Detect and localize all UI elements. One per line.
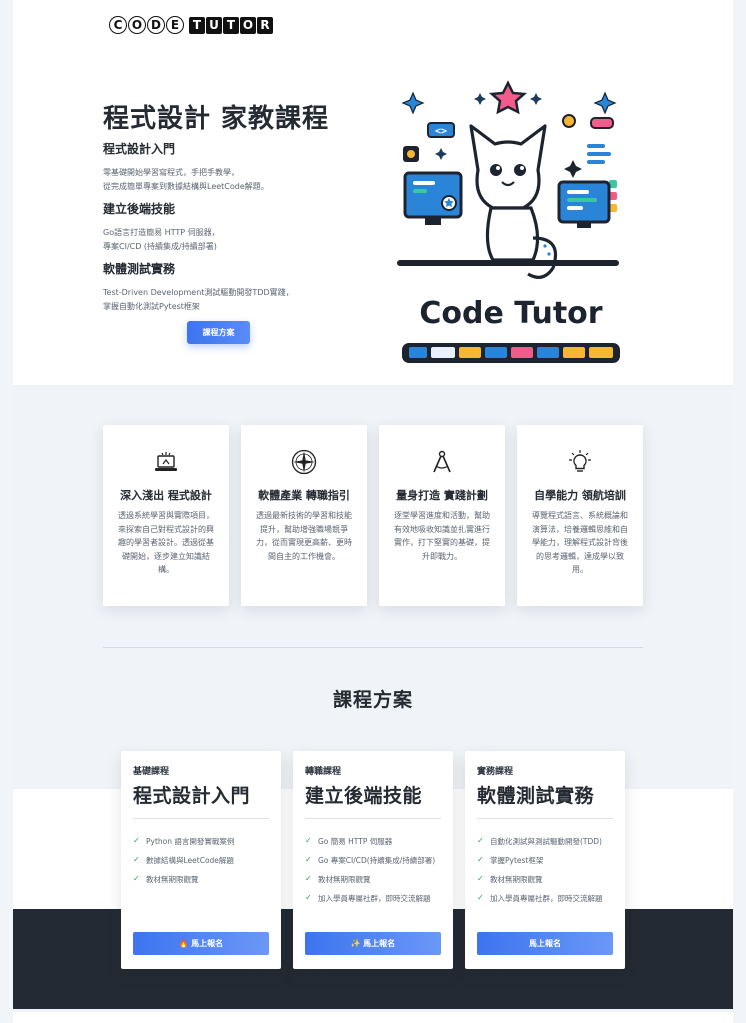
drafting-compass-icon xyxy=(433,450,451,473)
plan-divider xyxy=(133,818,269,819)
check-icon: ✓ xyxy=(133,836,140,845)
section-divider xyxy=(103,647,643,648)
plan-feature-item: ✓ 加入學員專屬社群，即時交流解題 xyxy=(477,893,603,903)
plan-name: 程式設計入門 xyxy=(133,785,251,807)
logo-code: C O D E xyxy=(109,16,184,34)
plan-tier: 基礎課程 xyxy=(133,767,170,777)
plan-tier: 實務課程 xyxy=(477,767,514,777)
bottom-strip xyxy=(13,1009,733,1023)
plan-tier: 轉職課程 xyxy=(305,767,342,777)
enroll-button[interactable]: ✨ 馬上報名 xyxy=(305,932,441,955)
plan-divider xyxy=(477,818,613,819)
plan-feature-item: ✓ 教材無期限觀覽 xyxy=(305,874,371,884)
compass-icon xyxy=(291,449,317,475)
plan-card-practice: 實務課程 軟體測試實務 ✓ 自動化測試與測試驅動開發(TDD) ✓ 掌握Pytest… xyxy=(465,751,625,969)
plan-feature-item: ✓ 數據結構與LeetCode解題 xyxy=(133,855,234,865)
hero-section-text: Go語言打造簡易 HTTP 伺服器， 專案CI/CD (持續集成/持續部署) xyxy=(103,228,220,251)
check-icon: ✓ xyxy=(305,836,312,845)
keyboard-graphic xyxy=(402,343,620,363)
plan-feature-item: ✓ 教材無期限觀覽 xyxy=(133,874,199,884)
svg-text:<>: <> xyxy=(435,126,447,137)
logo-tutor: T U T O R xyxy=(189,16,273,34)
enroll-button[interactable]: 馬上報名 xyxy=(477,932,613,955)
check-icon: ✓ xyxy=(477,836,484,845)
hero-section-heading: 軟體測試實務 xyxy=(103,262,176,276)
check-icon: ✓ xyxy=(477,874,484,883)
site-header: C O D E T U T O R xyxy=(13,0,733,48)
laptop-icon xyxy=(155,452,177,471)
feature-title: 量身打造 實踐計劃 xyxy=(396,489,488,502)
plan-feature-item: ✓ 教材無期限觀覽 xyxy=(477,874,543,884)
feature-text: 透過最新技術的學習和技能提升，幫助增強職場競爭力，從而實現更高薪、更時間自主的工… xyxy=(256,511,352,561)
feature-text: 透過系統學習與實際項目，來探索自己對程式設計的興趣的學習者設計。透過從基礎開始，… xyxy=(118,511,214,574)
plan-card-career: 轉職課程 建立後端技能 ✓ Go 簡易 HTTP 伺服器 ✓ Go 專案CI/CD(… xyxy=(293,751,453,969)
plan-feature-item: ✓ Go 簡易 HTTP 伺服器 xyxy=(305,836,393,846)
hero-course-intro: 程式設計入門 零基礎開始學習寫程式，手把手教學， 從完成簡單專案到數據結構與Le… xyxy=(103,140,269,194)
plan-name: 軟體測試實務 xyxy=(477,785,595,807)
feature-title: 深入淺出 程式設計 xyxy=(120,489,212,502)
plan-name: 建立後端技能 xyxy=(305,785,423,807)
code-tutor-logo[interactable]: C O D E T U T O R xyxy=(109,15,273,35)
hero-section-heading: 建立後端技能 xyxy=(103,202,176,216)
hero-title: 程式設計 家教課程 xyxy=(103,104,330,134)
feature-card: 量身打造 實踐計劃 逐堂學習進度和活動，幫助有效地吸收知識並扎實進行實作，打下堅… xyxy=(379,425,505,606)
feature-card: 深入淺出 程式設計 透過系統學習與實際項目，來探索自己對程式設計的興趣的學習者設… xyxy=(103,425,229,606)
plan-feature-item: ✓ 加入學員專屬社群，即時交流解題 xyxy=(305,893,431,903)
page: C O D E T U T O R 程式設計 家教課程 程式設計入門 零基礎開始… xyxy=(13,0,733,1023)
plan-card-basic: 基礎課程 程式設計入門 ✓ Python 語言開發實戰案例 ✓ 數據結構與LeetC… xyxy=(121,751,281,969)
feature-title: 軟體產業 轉職指引 xyxy=(258,489,350,502)
enroll-button[interactable]: 🔥 馬上報名 xyxy=(133,932,269,955)
lightbulb-icon xyxy=(569,450,591,472)
feature-card: 軟體產業 轉職指引 透過最新技術的學習和技能提升，幫助增強職場競爭力，從而實現更… xyxy=(241,425,367,606)
feature-text: 導覽程式語言、系統概論和演算法，培養邏輯思維和自學能力，理解程式設計背後的思考邏… xyxy=(532,511,628,574)
check-icon: ✓ xyxy=(477,893,484,902)
plan-feature-item: ✓ Go 專案CI/CD(持續集成/持續部署) xyxy=(305,855,436,865)
check-icon: ✓ xyxy=(133,874,140,883)
feature-card: 自學能力 領航培訓 導覽程式語言、系統概論和演算法，培養邏輯思維和自學能力，理解… xyxy=(517,425,643,606)
hero-section-heading: 程式設計入門 xyxy=(103,142,176,156)
hero-section-text: 零基礎開始學習寫程式，手把手教學， 從完成簡單專案到數據結構與LeetCode解… xyxy=(103,168,269,191)
plan-feature-item: ✓ 自動化測試與測試驅動開發(TDD) xyxy=(477,836,602,846)
plan-features: ✓ Go 簡易 HTTP 伺服器 ✓ Go 專案CI/CD(持續集成/持續部署) ✓… xyxy=(305,836,450,912)
hero-section-text: Test-Driven Development測試驅動開發TDD實踐， 掌握自動… xyxy=(103,288,294,311)
hero-course-testing: 軟體測試實務 Test-Driven Development測試驅動開發TDD實… xyxy=(103,260,294,314)
plan-feature-item: ✓ Python 語言開發實戰案例 xyxy=(133,836,235,846)
cat-coder-illustration: <> xyxy=(397,80,619,279)
course-plans-button[interactable]: 課程方案 xyxy=(187,321,250,344)
check-icon: ✓ xyxy=(305,893,312,902)
hero-course-backend: 建立後端技能 Go語言打造簡易 HTTP 伺服器， 專案CI/CD (持續集成/… xyxy=(103,200,220,254)
hero-section: 程式設計 家教課程 程式設計入門 零基礎開始學習寫程式，手把手教學， 從完成簡單… xyxy=(13,48,733,385)
plan-features: ✓ Python 語言開發實戰案例 ✓ 數據結構與LeetCode解題 ✓ 教材無期限… xyxy=(133,836,278,893)
check-icon: ✓ xyxy=(305,874,312,883)
brand-wordmark: Code Tutor xyxy=(419,296,603,331)
plan-features: ✓ 自動化測試與測試驅動開發(TDD) ✓ 掌握Pytest框架 ✓ 教材無期限觀覽 … xyxy=(477,836,622,912)
feature-text: 逐堂學習進度和活動，幫助有效地吸收知識並扎實進行實作，打下堅實的基礎，提升即戰力… xyxy=(394,511,490,561)
plan-divider xyxy=(305,818,441,819)
plan-feature-item: ✓ 掌握Pytest框架 xyxy=(477,855,544,865)
check-icon: ✓ xyxy=(477,855,484,864)
check-icon: ✓ xyxy=(133,855,140,864)
feature-title: 自學能力 領航培訓 xyxy=(534,489,626,502)
features-section: 深入淺出 程式設計 透過系統學習與實際項目，來探索自己對程式設計的興趣的學習者設… xyxy=(13,385,733,789)
check-icon: ✓ xyxy=(305,855,312,864)
plans-title: 課程方案 xyxy=(332,689,413,711)
